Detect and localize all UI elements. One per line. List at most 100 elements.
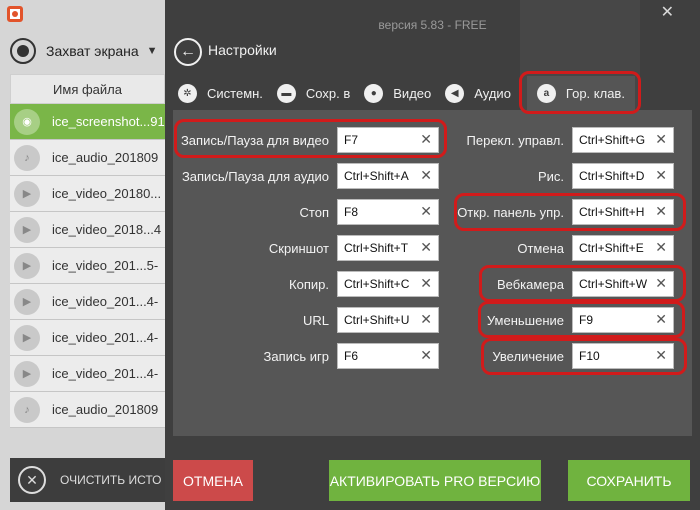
file-list-item[interactable]: ◉ ice_screenshot...91 — [10, 104, 165, 140]
hotkey-value: Ctrl+Shift+E — [579, 241, 644, 255]
background-app-panel: Захват экрана ▼ Имя файла ◉ ice_screensho… — [0, 0, 165, 510]
play-icon: ▶ — [14, 180, 40, 207]
clear-icon[interactable]: ✕ — [420, 239, 432, 256]
hotkey-input[interactable]: Ctrl+Shift+U ✕ — [337, 307, 439, 333]
hotkey-input[interactable]: Ctrl+Shift+H ✕ — [572, 199, 674, 225]
clear-icon[interactable]: ✕ — [420, 275, 432, 292]
hotkey-input[interactable]: Ctrl+Shift+C ✕ — [337, 271, 439, 297]
hotkey-input[interactable]: Ctrl+Shift+D ✕ — [572, 163, 674, 189]
app-logo-icon — [7, 6, 23, 22]
page-title: Настройки — [208, 42, 277, 58]
play-icon: ▶ — [14, 324, 40, 351]
clear-icon[interactable]: ✕ — [655, 131, 667, 148]
clear-icon[interactable]: ✕ — [420, 131, 432, 148]
hotkeys-panel: Запись/Пауза для видео F7 ✕ Запись/Пауза дл… — [173, 110, 692, 436]
clear-icon[interactable]: ✕ — [420, 203, 432, 220]
clear-history-label: ОЧИСТИТЬ ИСТО — [60, 473, 162, 487]
close-circle-icon: ✕ — [18, 466, 46, 494]
hotkey-label: Уменьшение — [486, 312, 564, 328]
hotkey-label: Запись/Пауза для аудио — [181, 168, 329, 184]
speaker-icon: ◀ — [445, 83, 465, 103]
hotkey-value: F6 — [344, 349, 359, 363]
clear-icon[interactable]: ✕ — [655, 167, 667, 184]
hotkey-label: Вебкамера — [496, 276, 564, 292]
hotkey-value: F10 — [579, 349, 600, 363]
file-list-item[interactable]: ♪ ice_audio_201809 — [10, 392, 165, 428]
clear-icon[interactable]: ✕ — [655, 239, 667, 256]
clear-icon[interactable]: ✕ — [655, 203, 667, 220]
hotkey-row: URL Ctrl+Shift+U ✕ — [179, 307, 439, 333]
hotkey-input[interactable]: F10 ✕ — [572, 343, 674, 369]
save-button[interactable]: СОХРАНИТЬ — [568, 460, 690, 501]
hotkey-label: Увеличение — [492, 348, 564, 364]
hotkey-input[interactable]: Ctrl+Shift+T ✕ — [337, 235, 439, 261]
tab-label: Сохр. в — [305, 85, 351, 101]
play-icon: ▶ — [14, 252, 40, 279]
clear-icon[interactable]: ✕ — [655, 275, 667, 292]
clear-history-button[interactable]: ✕ ОЧИСТИТЬ ИСТО — [10, 458, 165, 502]
file-column-header[interactable]: Имя файла — [10, 74, 165, 104]
hotkey-value: Ctrl+Shift+G — [579, 133, 646, 147]
file-list-item[interactable]: ▶ ice_video_201...4- — [10, 284, 165, 320]
hotkey-label: Отмена — [517, 240, 564, 256]
file-list-item[interactable]: ♪ ice_audio_201809 — [10, 140, 165, 176]
file-name: ice_video_201...4- — [52, 366, 159, 381]
hotkey-input[interactable]: F6 ✕ — [337, 343, 439, 369]
hotkey-row: Запись игр F6 ✕ — [179, 343, 439, 369]
tab-speaker[interactable]: ◀ Аудио — [445, 76, 511, 110]
hotkey-value: Ctrl+Shift+H — [579, 205, 645, 219]
capture-mode-selector[interactable]: Захват экрана ▼ — [10, 36, 160, 66]
hotkey-input[interactable]: Ctrl+Shift+A ✕ — [337, 163, 439, 189]
file-list-item[interactable]: ▶ ice_video_201...5- — [10, 248, 165, 284]
hotkey-row: Вебкамера Ctrl+Shift+W ✕ — [434, 271, 674, 297]
hotkey-row: Рис. Ctrl+Shift+D ✕ — [434, 163, 674, 189]
camera-icon: ◉ — [14, 108, 40, 135]
tab-label: Гор. клав. — [565, 85, 625, 101]
hotkey-row: Уменьшение F9 ✕ — [434, 307, 674, 333]
hotkey-value: Ctrl+Shift+A — [344, 169, 409, 183]
clear-icon[interactable]: ✕ — [420, 347, 432, 364]
hotkey-input[interactable]: Ctrl+Shift+E ✕ — [572, 235, 674, 261]
tab-hotkey[interactable]: a Гор. клав. — [526, 76, 635, 110]
hotkey-label: Перекл. управл. — [466, 132, 564, 148]
arrow-left-icon: ← — [180, 43, 196, 60]
clear-icon[interactable]: ✕ — [655, 311, 667, 328]
folder-icon: ▬ — [276, 83, 296, 103]
file-name: ice_video_201...4- — [52, 330, 159, 345]
hotkey-input[interactable]: F7 ✕ — [337, 127, 439, 153]
hotkey-value: Ctrl+Shift+W — [579, 277, 648, 291]
hotkey-row: Запись/Пауза для аудио Ctrl+Shift+A ✕ — [179, 163, 439, 189]
hotkey-row: Копир. Ctrl+Shift+C ✕ — [179, 271, 439, 297]
clear-icon[interactable]: ✕ — [420, 167, 432, 184]
hotkey-value: F8 — [344, 205, 359, 219]
back-button[interactable]: ← — [174, 38, 202, 66]
file-list-item[interactable]: ▶ ice_video_201...4- — [10, 356, 165, 392]
hotkey-value: F9 — [579, 313, 594, 327]
play-icon: ▶ — [14, 360, 40, 387]
hotkey-value: Ctrl+Shift+U — [344, 313, 410, 327]
tab-gear[interactable]: ✲ Системн. — [178, 76, 263, 110]
file-list-item[interactable]: ▶ ice_video_2018...4 — [10, 212, 165, 248]
play-icon: ▶ — [14, 288, 40, 315]
cancel-button[interactable]: ОТМЕНА — [173, 460, 253, 501]
file-list-item[interactable]: ▶ ice_video_201...4- — [10, 320, 165, 356]
hotkey-label: Запись/Пауза для видео — [180, 132, 329, 148]
play-icon: ▶ — [14, 216, 40, 243]
hotkey-input[interactable]: F8 ✕ — [337, 199, 439, 225]
hotkey-input[interactable]: Ctrl+Shift+W ✕ — [572, 271, 674, 297]
tab-label: Аудио — [474, 85, 511, 101]
hotkey-row: Перекл. управл. Ctrl+Shift+G ✕ — [434, 127, 674, 153]
hotkey-value: Ctrl+Shift+T — [344, 241, 409, 255]
activate-pro-button[interactable]: АКТИВИРОВАТЬ PRO ВЕРСИЮ — [329, 460, 541, 501]
clear-icon[interactable]: ✕ — [420, 311, 432, 328]
hotkey-input[interactable]: F9 ✕ — [572, 307, 674, 333]
file-name: ice_video_201...5- — [52, 258, 159, 273]
file-name: ice_video_20180... — [52, 186, 162, 201]
hotkey-input[interactable]: Ctrl+Shift+G ✕ — [572, 127, 674, 153]
hotkey-value: Ctrl+Shift+C — [344, 277, 410, 291]
tab-record[interactable]: ● Видео — [364, 76, 431, 110]
close-icon[interactable]: ✕ — [661, 2, 674, 22]
tab-folder[interactable]: ▬ Сохр. в — [276, 76, 351, 110]
file-list-item[interactable]: ▶ ice_video_20180... — [10, 176, 165, 212]
clear-icon[interactable]: ✕ — [655, 347, 667, 364]
